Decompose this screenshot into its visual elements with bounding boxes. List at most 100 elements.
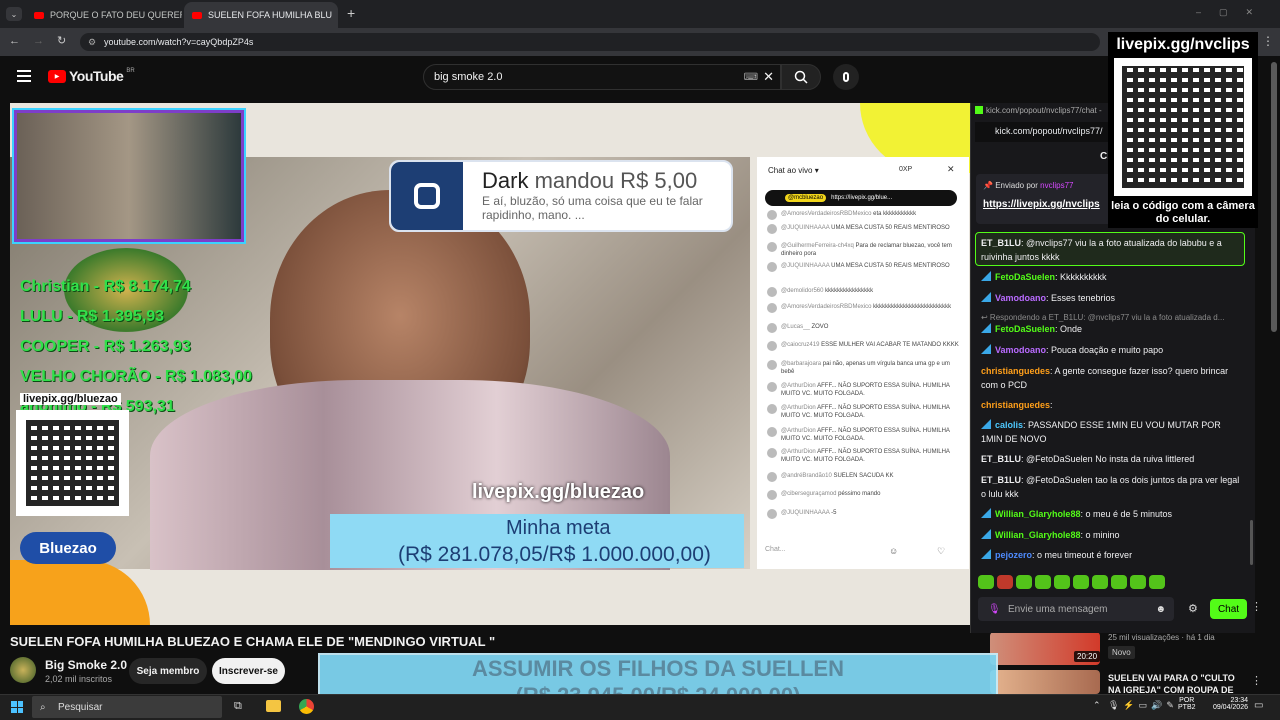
windows-start-icon[interactable] [11, 701, 23, 713]
pinned-by-label: Enviado por [995, 181, 1038, 190]
join-button[interactable]: Seja membro [129, 658, 207, 684]
stream-chat-message: @AmoresVerdadeirosRBDMexico kkkkkkkkkkkk… [767, 303, 963, 313]
keyboard-language[interactable]: POR PTB2 [1178, 697, 1196, 711]
subscribe-button[interactable]: Inscrever-se [212, 658, 285, 684]
stream-chat-message: @barbarajoara pai não, apenas um vírgula… [767, 360, 963, 376]
reload-icon[interactable]: ↻ [57, 34, 66, 47]
task-view-icon[interactable]: ⧉ [234, 700, 242, 713]
tab-title: SUELEN FOFA HUMILHA BLU [208, 10, 333, 20]
chrome-icon[interactable] [299, 699, 314, 714]
kick-chat-user[interactable]: pejozero [995, 550, 1032, 560]
recommendation-title[interactable]: SUELEN VAI PARA O "CULTO NA IGREJA" COM … [1108, 672, 1248, 696]
kick-chat-user[interactable]: Vamodoano [995, 293, 1046, 303]
kick-chat-user[interactable]: calolis [995, 420, 1023, 430]
hamburger-menu-icon[interactable] [17, 70, 31, 82]
kick-scrollbar[interactable] [1250, 520, 1253, 565]
tab-porque-o-fato[interactable]: PORQUE O FATO DEU QUERER ✕ [26, 2, 182, 28]
pinned-link[interactable]: https://livepix.gg/nvclips [983, 199, 1100, 210]
keyboard-icon[interactable]: ⌨ [744, 72, 758, 83]
settings-gear-icon[interactable]: ⚙ [1188, 602, 1198, 615]
clock-time: 23:34 [1230, 697, 1248, 704]
emoji-icon[interactable]: ☻ [1155, 604, 1166, 615]
emote-icon[interactable] [1111, 575, 1127, 589]
stream-chat-text: @barbarajoara pai não, apenas um vírgula… [781, 361, 950, 375]
youtube-logo[interactable]: ▶ YouTube BR [48, 68, 135, 84]
user-badge-icon [981, 508, 991, 518]
user-badge-icon [981, 549, 991, 559]
user-avatar [767, 404, 777, 414]
kick-chat-send-button[interactable]: Chat [1210, 599, 1247, 619]
stream-chat-message: @AmoresVerdadeirosRBDMexico eta kkkkkkkk… [767, 210, 963, 220]
emote-icon[interactable] [1130, 575, 1146, 589]
stream-chat-user: @ArthurDion [781, 405, 818, 411]
browser-menu-icon[interactable]: ⋮ [1262, 34, 1274, 48]
stream-chat-message: @JUQUINHAAAA -5 [767, 509, 963, 519]
pinned-link: https://livepix.gg/blue... [831, 195, 893, 201]
clock[interactable]: 23:34 09/04/2026 [1200, 697, 1248, 711]
kick-chat-message: pejozero: o meu timeout é forever [981, 548, 1243, 562]
emote-icon[interactable] [1035, 575, 1051, 589]
address-bar-input[interactable]: ⚙ youtube.com/watch?v=cayQbdpZP4s [80, 33, 1100, 51]
kick-chat-message: ET_B1LU: @nvclips77 viu la a foto atuali… [981, 236, 1243, 264]
back-arrow-icon[interactable]: ← [9, 35, 20, 47]
kick-chat-user[interactable]: christianguedes [981, 400, 1050, 410]
taskbar-search[interactable]: ⌕ Pesquisar [32, 696, 222, 718]
alert-amount: mandou R$ 5,00 [528, 168, 698, 193]
livepix-nvclips-qr-code [1114, 58, 1252, 196]
user-avatar [767, 509, 777, 519]
forward-arrow-icon[interactable]: → [33, 35, 44, 47]
new-tab-button[interactable]: + [347, 5, 355, 21]
kick-favicon-icon [975, 106, 983, 114]
stream-chat-message: @JUQUINHAAAA UMA MESA CUSTA 50 REAIS MEN… [767, 224, 963, 234]
kick-chat-user[interactable]: FetoDaSuelen [995, 272, 1055, 282]
emote-icon[interactable] [1073, 575, 1089, 589]
emote-icon[interactable] [1054, 575, 1070, 589]
kick-chat-text: : [1050, 400, 1053, 410]
qr-label: livepix.gg/bluezao [20, 393, 121, 405]
kick-chat-user[interactable]: christianguedes [981, 366, 1050, 376]
emote-icon[interactable] [1149, 575, 1165, 589]
recommendation-thumbnail[interactable] [990, 670, 1100, 694]
site-info-icon[interactable]: ⚙ [88, 37, 96, 48]
search-button[interactable] [781, 64, 821, 90]
chat-header-label: Chat ao vivo [768, 166, 813, 175]
page-scrollbar[interactable] [1271, 62, 1277, 332]
emote-icon[interactable] [978, 575, 994, 589]
tray-icons[interactable]: 🎙⚡▭🔊✎ [1108, 700, 1178, 711]
more-options-icon[interactable]: ⋮ [1251, 600, 1262, 613]
user-avatar [767, 242, 777, 252]
stream-chat-user: @JUQUINHAAAA [781, 510, 832, 516]
tray-chevron-icon[interactable]: ⌃ [1093, 700, 1101, 711]
kick-chat-user[interactable]: Vamodoano [995, 345, 1046, 355]
livepix-logo-icon [391, 162, 463, 230]
kick-chat-user[interactable]: ET_B1LU [981, 238, 1021, 248]
emote-icon[interactable] [1092, 575, 1108, 589]
stream-chat-text: @AmoresVerdadeirosRBDMexico kkkkkkkkkkkk… [781, 304, 952, 310]
channel-name[interactable]: Big Smoke 2.0 [45, 658, 127, 672]
microphone-icon[interactable]: 🎙 [988, 604, 1001, 615]
livepix-watermark: livepix.gg/bluezao [472, 481, 645, 503]
user-badge-icon [981, 271, 991, 281]
kick-message-input[interactable]: 🎙 Envie uma mensagem ☻ [978, 597, 1174, 621]
voice-search-button[interactable] [833, 64, 859, 90]
kick-chat-user[interactable]: ET_B1LU [981, 475, 1021, 485]
kick-chat-user[interactable]: Willian_Glaryhole88 [995, 530, 1080, 540]
pinned-by: 📌 Enviado por nvclips77 [983, 181, 1074, 190]
clear-search-icon[interactable]: ✕ [763, 69, 774, 85]
search-input[interactable]: big smoke 2.0 ⌨ ✕ [423, 64, 781, 90]
search-icon: ⌕ [40, 701, 46, 713]
notifications-icon[interactable]: ▭ [1254, 700, 1263, 711]
stream-chat-user: @JUQUINHAAAA [781, 225, 832, 231]
pinned-user: nvclips77 [1040, 181, 1074, 190]
channel-avatar[interactable] [10, 657, 36, 683]
kick-chat-message: Vamodoano: Esses tenebrios [981, 291, 1243, 305]
emote-icon[interactable] [1016, 575, 1032, 589]
kick-chat-user[interactable]: ET_B1LU [981, 454, 1021, 464]
file-explorer-icon[interactable] [266, 700, 281, 712]
kick-chat-user[interactable]: Willian_Glaryhole88 [995, 509, 1080, 519]
kick-chat-user[interactable]: FetoDaSuelen [995, 324, 1055, 334]
tab-search-button[interactable]: ⌄ [6, 7, 22, 21]
tab-suelen-fofa[interactable]: SUELEN FOFA HUMILHA BLU 🔊 ✕ [184, 2, 338, 28]
emote-icon[interactable] [997, 575, 1013, 589]
more-options-icon[interactable]: ⋮ [1251, 674, 1262, 687]
